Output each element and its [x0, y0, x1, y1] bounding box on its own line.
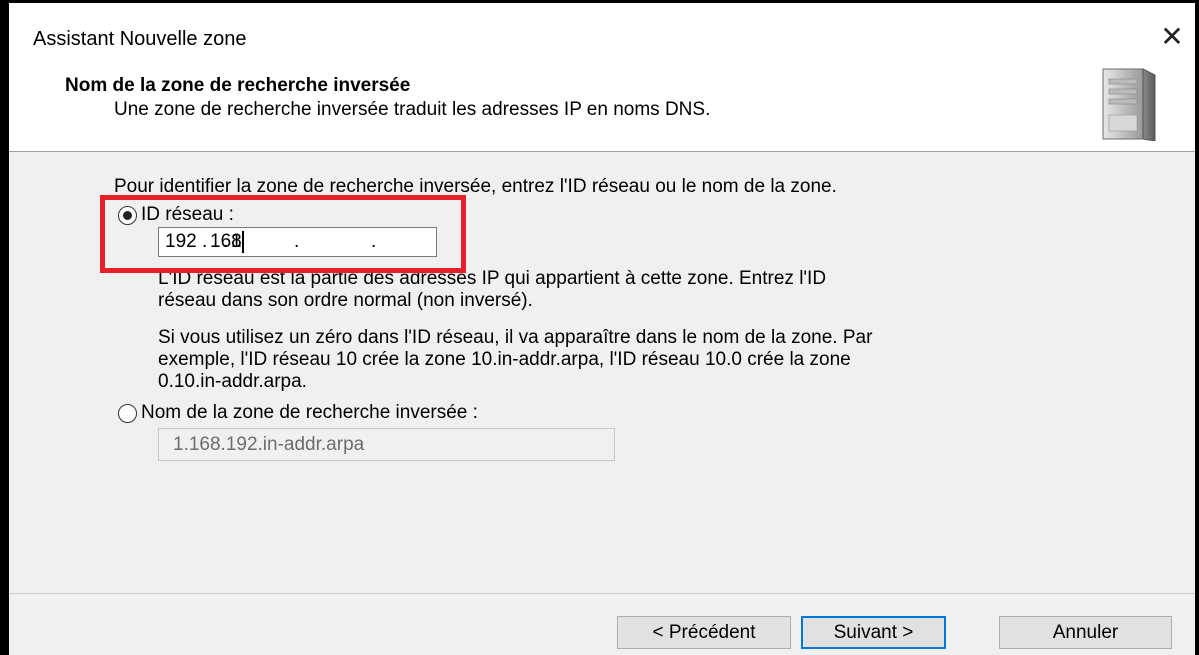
frame-left-edge — [0, 0, 9, 655]
zero-note-line-1: Si vous utilisez un zéro dans l'ID résea… — [158, 327, 873, 348]
close-icon[interactable]: ✕ — [1149, 17, 1195, 57]
zone-name-label: Nom de la zone de recherche inversée : — [141, 402, 478, 423]
frame-right-edge — [1195, 0, 1199, 655]
page-title: Nom de la zone de recherche inversée — [65, 75, 411, 96]
next-button[interactable]: Suivant > — [801, 616, 946, 649]
network-id-description-line-2: réseau dans son ordre normal (non invers… — [158, 290, 533, 311]
window-title: Assistant Nouvelle zone — [33, 28, 247, 50]
zero-note-line-2: exemple, l'ID réseau 10 crée la zone 10.… — [158, 349, 851, 370]
zero-note-line-3: 0.10.in-addr.arpa. — [158, 371, 307, 392]
zone-name-radio[interactable] — [118, 404, 137, 423]
highlight-annotation — [100, 195, 466, 273]
zone-name-value: 1.168.192.in-addr.arpa — [173, 434, 365, 455]
cancel-button[interactable]: Annuler — [999, 616, 1172, 649]
wizard-header: Nom de la zone de recherche inversée Une… — [9, 63, 1195, 152]
title-bar: Assistant Nouvelle zone ✕ — [9, 3, 1195, 63]
back-button[interactable]: < Précédent — [617, 616, 791, 649]
server-icon — [1102, 68, 1156, 141]
zone-name-input[interactable]: 1.168.192.in-addr.arpa — [158, 428, 615, 461]
page-subtitle: Une zone de recherche inversée traduit l… — [114, 99, 711, 120]
